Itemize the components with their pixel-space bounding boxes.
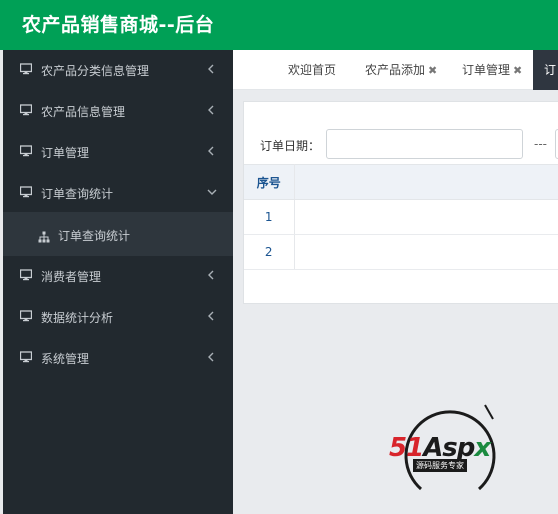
chevron-left-icon (207, 310, 215, 322)
monitor-icon (19, 269, 33, 281)
sidebar-item-label: 数据统计分析 (41, 311, 114, 325)
chevron-left-icon (207, 145, 215, 157)
table-row[interactable]: 2 (244, 234, 558, 270)
chevron-left-icon (207, 351, 215, 363)
sitemap-icon (38, 228, 50, 243)
tab-bar: 欢迎首页 农产品添加 ✖ 订单管理 ✖ 订 (233, 50, 558, 90)
row-cell (294, 199, 558, 235)
sidebar-item-7[interactable]: 系统管理 (3, 338, 233, 379)
tab-welcome[interactable]: 欢迎首页 (288, 50, 336, 90)
monitor-icon (19, 63, 33, 75)
tab-label: 欢迎首页 (288, 63, 337, 77)
table-header-row: 序号 (244, 164, 558, 200)
close-icon[interactable]: ✖ (428, 64, 437, 77)
sidebar-item-3[interactable]: 订单管理 (3, 132, 233, 173)
monitor-icon (19, 145, 33, 157)
logo-subtitle: 源码服务专家 (413, 459, 467, 472)
monitor-icon (19, 351, 33, 363)
row-index-cell: 2 (244, 234, 295, 270)
sidebar-item-label: 订单查询统计 (41, 187, 114, 201)
sidebar-item-label: 农产品信息管理 (41, 105, 126, 119)
row-index-cell: 1 (244, 199, 295, 235)
monitor-icon (19, 310, 33, 322)
sidebar-subitem-order-query[interactable]: 订单查询统计 (3, 212, 233, 256)
tab-label: 农产品添加 (365, 63, 426, 77)
date-separator: --- (534, 137, 547, 151)
sidebar-subitem-label: 订单查询统计 (58, 229, 131, 243)
sidebar-item-5[interactable]: 消费者管理 (3, 256, 233, 297)
sidebar-item-label: 订单管理 (41, 146, 90, 160)
column-header-index: 序号 (244, 164, 295, 200)
top-header: 农产品销售商城--后台 (0, 0, 558, 50)
tab-product-add[interactable]: 农产品添加 ✖ (365, 50, 437, 90)
sidebar-item-6[interactable]: 数据统计分析 (3, 297, 233, 338)
column-header (294, 164, 558, 200)
sidebar-item-4[interactable]: 订单查询统计 (3, 173, 233, 214)
tab-label: 订 (544, 63, 557, 77)
app-title: 农产品销售商城--后台 (22, 14, 215, 36)
order-date-start-input[interactable] (326, 129, 523, 159)
sidebar-item-label: 农产品分类信息管理 (41, 64, 150, 78)
close-icon[interactable]: ✖ (513, 64, 522, 77)
chevron-left-icon (207, 63, 215, 75)
sidebar-item-label: 系统管理 (41, 352, 90, 366)
sidebar: 农产品分类信息管理 农产品信息管理 订单管理 订单查询统计 消费者管理 数据统计分析 系统管… (0, 50, 233, 514)
chevron-left-icon (207, 104, 215, 116)
monitor-icon (19, 186, 33, 198)
query-panel: 订单日期： --- 序号 1 2 (243, 101, 558, 304)
sidebar-item-1[interactable]: 农产品分类信息管理 (3, 50, 233, 91)
tab-order-management[interactable]: 订单管理 ✖ (462, 50, 522, 90)
sidebar-item-label: 消费者管理 (41, 270, 102, 284)
chevron-left-icon (207, 269, 215, 281)
tab-label: 订单管理 (462, 63, 511, 77)
orders-table: 序号 1 2 (244, 164, 558, 270)
chevron-down-icon (207, 186, 217, 198)
monitor-icon (19, 104, 33, 116)
sidebar-item-2[interactable]: 农产品信息管理 (3, 91, 233, 132)
watermark-logo: 51Aspx 源码服务专家 (385, 401, 515, 495)
order-date-label: 订单日期： (260, 139, 321, 153)
table-row[interactable]: 1 (244, 199, 558, 235)
tab-order-query[interactable]: 订 (533, 50, 558, 90)
logo-part: x (474, 433, 491, 463)
row-cell (294, 234, 558, 270)
